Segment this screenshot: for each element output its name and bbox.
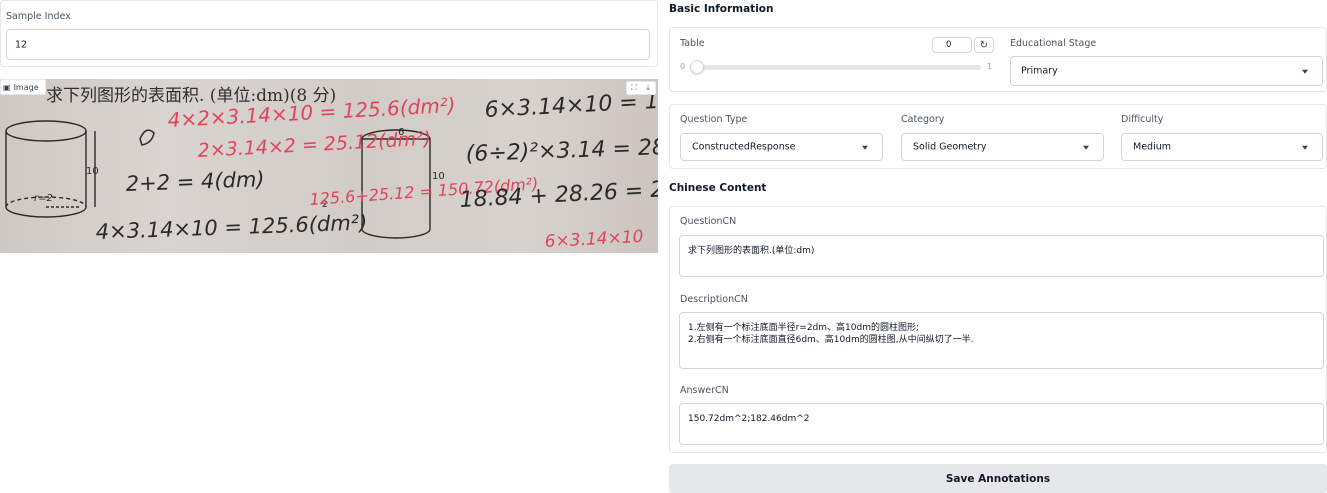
description-cn-value: 1.左侧有一个标注底面半径r=2dm、高10dm的圆柱图形; 2.右侧有一个标注… xyxy=(688,323,974,345)
basic-information-title: Basic Information xyxy=(669,3,774,15)
download-icon[interactable]: ⤓ xyxy=(641,82,655,94)
description-cn-label: DescriptionCN xyxy=(680,294,748,305)
category-value: Solid Geometry xyxy=(913,141,987,153)
question-cn-value: 求下列图形的表面积.(单位:dm) xyxy=(688,246,815,256)
table-slider-min: 0 xyxy=(680,62,686,71)
difficulty-label: Difficulty xyxy=(1121,114,1164,125)
table-slider-track[interactable] xyxy=(692,65,981,70)
fullscreen-icon[interactable]: ⛶ xyxy=(627,82,641,94)
image-icon: ▣ xyxy=(3,82,11,92)
left-height-label: 10 xyxy=(86,166,99,177)
chinese-content-title: Chinese Content xyxy=(669,182,767,194)
sample-index-panel: Sample Index 12 xyxy=(0,0,658,67)
table-slider-thumb[interactable] xyxy=(690,60,704,74)
image-toolbar: ⛶ ⤓ xyxy=(626,81,656,95)
left-radius-label: r=2 xyxy=(34,193,53,204)
chevron-down-icon xyxy=(1302,145,1308,150)
sample-index-input[interactable]: 12 xyxy=(6,29,650,60)
image-badge: ▣ Image xyxy=(0,79,46,95)
svg-text:6×3.14×10: 6×3.14×10 xyxy=(544,227,644,252)
category-label: Category xyxy=(901,114,945,125)
chevron-down-icon xyxy=(1083,145,1089,150)
question-image-drawing: 求下列图形的表面积. (单位:dm)(8 分) 10 r=2 10 6 2 4×… xyxy=(5,86,658,252)
description-cn-textarea[interactable]: 1.左侧有一个标注底面半径r=2dm、高10dm的圆柱图形; 2.右侧有一个标注… xyxy=(679,312,1324,369)
image-badge-label: Image xyxy=(13,82,39,92)
question-type-label: Question Type xyxy=(680,114,748,125)
svg-text:4×3.14×10 = 125.6(dm²): 4×3.14×10 = 125.6(dm²) xyxy=(95,211,367,244)
category-select[interactable]: Solid Geometry xyxy=(901,133,1104,161)
svg-text:2×3.14×2 = 25.12(dm²): 2×3.14×2 = 25.12(dm²) xyxy=(197,128,432,162)
question-image: 求下列图形的表面积. (单位:dm)(8 分) 10 r=2 10 6 2 4×… xyxy=(0,79,658,253)
table-number-value: 0 xyxy=(946,40,952,50)
svg-text:(6÷2)²×3.14 = 28: (6÷2)²×3.14 = 28 xyxy=(465,135,658,167)
educational-stage-select[interactable]: Primary xyxy=(1010,56,1323,86)
chevron-down-icon xyxy=(1302,69,1308,74)
sample-index-label: Sample Index xyxy=(6,11,71,22)
educational-stage-value: Primary xyxy=(1021,65,1058,77)
table-slider-max: 1 xyxy=(987,62,993,71)
sample-index-value: 12 xyxy=(15,39,28,50)
reset-icon[interactable]: ↻ xyxy=(974,37,994,53)
pen-doodle xyxy=(139,129,155,146)
difficulty-select[interactable]: Medium xyxy=(1121,133,1323,161)
answer-cn-textarea[interactable]: 150.72dm^2;182.46dm^2 xyxy=(679,403,1324,445)
question-cn-label: QuestionCN xyxy=(680,216,737,227)
question-type-value: ConstructedResponse xyxy=(692,141,796,153)
chevron-down-icon xyxy=(862,145,868,150)
chinese-content-panel: QuestionCN 求下列图形的表面积.(单位:dm) Description… xyxy=(669,206,1327,453)
educational-stage-label: Educational Stage xyxy=(1010,38,1097,49)
table-number-input[interactable]: 0 xyxy=(932,37,972,53)
svg-text:2+2 = 4(dm): 2+2 = 4(dm) xyxy=(125,167,265,196)
answer-cn-label: AnswerCN xyxy=(680,385,729,396)
save-annotations-button[interactable]: Save Annotations xyxy=(669,464,1327,493)
difficulty-value: Medium xyxy=(1133,141,1171,153)
question-cn-textarea[interactable]: 求下列图形的表面积.(单位:dm) xyxy=(679,235,1324,277)
question-type-select[interactable]: ConstructedResponse xyxy=(680,133,883,161)
answer-cn-value: 150.72dm^2;182.46dm^2 xyxy=(688,414,810,424)
classification-panel: Question Type ConstructedResponse Catego… xyxy=(669,104,1327,169)
basic-information-panel: Table 0 ↻ 0 1 Educational Stage Primary xyxy=(669,27,1327,92)
table-label: Table xyxy=(680,38,705,49)
